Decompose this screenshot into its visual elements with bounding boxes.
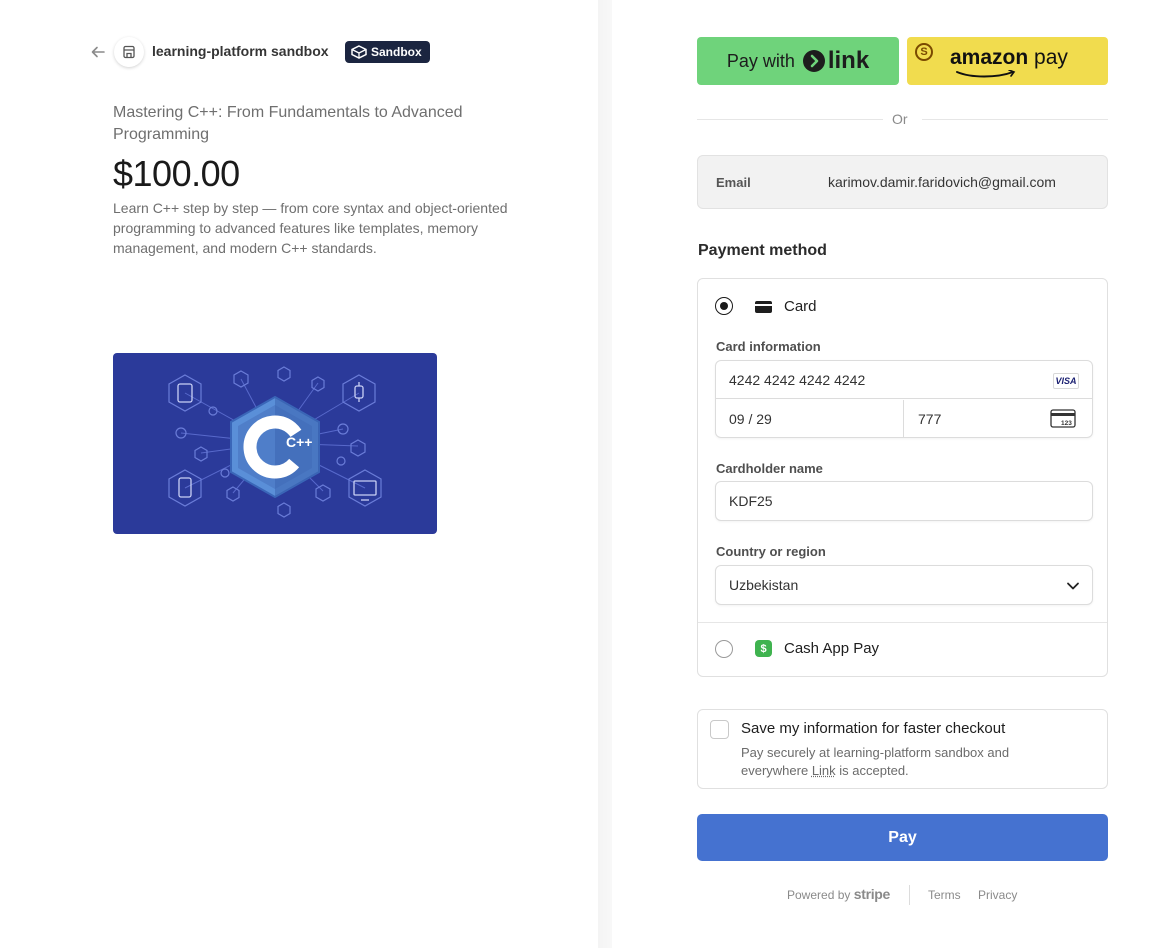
chevron-down-icon [1067,582,1079,590]
save-info-checkbox[interactable] [710,720,729,739]
cpp-logo-text: C++ [286,434,312,450]
email-field[interactable]: Email karimov.damir.faridovich@gmail.com [697,155,1108,209]
amazon-smile-icon [956,70,1016,78]
save-info-description: Pay securely at learning-platform sandbo… [741,744,1071,780]
payment-method-title: Payment method [698,242,827,259]
stripe-logo[interactable]: stripe [854,886,891,902]
cardholder-name-label: Cardholder name [716,461,823,476]
link-info-link[interactable]: Link [812,763,836,778]
privacy-link[interactable]: Privacy [978,888,1017,902]
product-description: Learn C++ step by step — from core synta… [113,200,508,256]
sandbox-badge: Sandbox [345,41,430,63]
card-number-value: 4242 4242 4242 4242 [729,371,866,388]
amazon-pay-button[interactable]: S amazon pay [907,37,1108,85]
link-brand-text: link [827,47,870,74]
store-icon [114,37,144,67]
terms-link[interactable]: Terms [928,888,961,902]
product-image: C++ [113,353,437,534]
expiry-value: 09 / 29 [729,411,772,427]
footer-separator [909,885,910,905]
powered-by: Powered by stripe [787,886,890,902]
cvc-value: 777 [918,411,942,427]
product-price: $100.00 [113,153,240,194]
save-info-box: Save my information for faster checkout … [697,709,1108,789]
sandbox-icon [351,45,367,59]
cardholder-name-value: KDF25 [729,493,773,509]
product-name: Mastering C++: From Fundamentals to Adva… [113,104,463,143]
pay-with-link-prefix: Pay with [726,50,795,71]
link-chevron-icon [802,50,825,72]
save-info-title: Save my information for faster checkout [741,720,1006,737]
checkout-panel: Pay with link S amazon pay Or Email kari… [612,0,1174,948]
link-brand: link [802,47,870,75]
card-icon [755,301,772,313]
divider-or: Or [892,111,908,127]
merchant-name: learning-platform sandbox [152,43,329,59]
divider-line-left [697,119,883,120]
save-desc-part-b: is accepted. [835,763,909,778]
card-option-label: Card [784,298,817,315]
payment-method-box: Card Card information 4242 4242 4242 424… [697,278,1108,677]
order-summary-panel: learning-platform sandbox Sandbox Master… [0,0,598,948]
pay-word: pay [1028,46,1068,69]
card-number-input[interactable]: 4242 4242 4242 4242 VISA [716,361,1092,399]
country-select[interactable]: Uzbekistan [715,565,1093,605]
cvc-icon-text: 123 [1061,420,1072,427]
expiry-input[interactable]: 09 / 29 [716,400,904,438]
pay-with-link-button[interactable]: Pay with link [697,37,899,85]
visa-icon: VISA [1053,373,1079,389]
pay-button[interactable]: Pay [697,814,1108,861]
amazon-word: amazon [950,46,1029,69]
sandbox-badge-label: Sandbox [371,45,422,59]
powered-by-text: Powered by [787,888,851,902]
email-value: karimov.damir.faridovich@gmail.com [828,174,1056,190]
amazon-coin-icon: S [915,43,933,61]
cash-app-radio[interactable] [715,640,733,658]
cash-app-icon: $ [755,640,772,657]
email-label: Email [716,175,751,190]
cvc-input[interactable]: 777 123 [905,400,1092,438]
payment-method-separator [698,622,1107,623]
card-information-group: 4242 4242 4242 4242 VISA 09 / 29 777 123 [715,360,1093,438]
cash-app-label: Cash App Pay [784,640,880,657]
cardholder-name-input[interactable]: KDF25 [715,481,1093,521]
cvc-icon: 123 [1050,409,1076,428]
country-value: Uzbekistan [729,577,799,593]
divider-line-right [922,119,1108,120]
amazon-pay-logo: amazon pay [950,46,1068,70]
panel-divider [598,0,612,948]
back-arrow-icon[interactable] [88,42,108,62]
card-information-label: Card information [716,339,821,354]
card-radio[interactable] [715,297,733,315]
country-label: Country or region [716,544,826,559]
